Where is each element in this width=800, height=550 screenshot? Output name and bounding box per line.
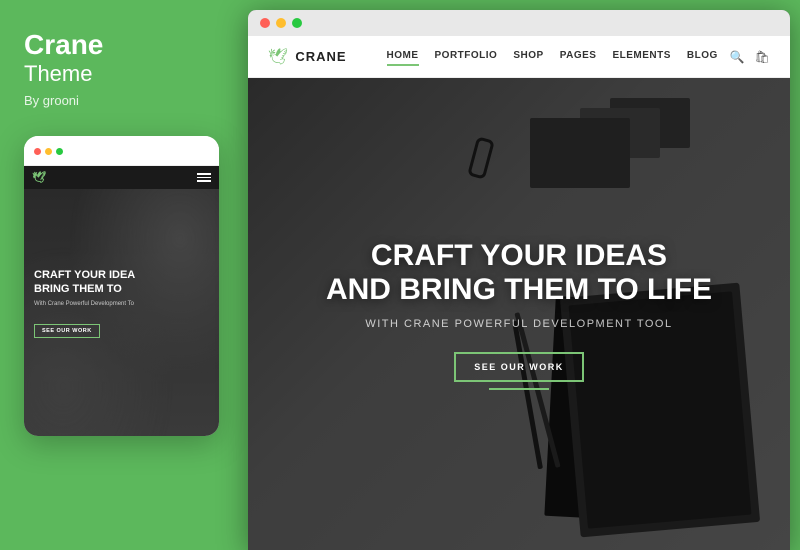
mobile-hero-title: CRAFT YOUR IDEA BRING THEM TO [34,268,209,297]
hero-subtitle: With Crane Powerful Development Tool [326,318,712,330]
desktop-navbar: 🕊 CRANE HOME PORTFOLIO SHOP PAGES ELEMEN… [248,36,790,78]
sidebar-subtitle: Theme [24,61,224,87]
desktop-nav-icons: 🔍 🛍 [730,50,770,64]
mobile-traffic-lights [34,148,63,155]
mobile-hero-text: CRAFT YOUR IDEA BRING THEM TO With Crane… [34,268,209,338]
item-envelope [530,118,630,188]
sidebar: Crane Theme By grooni 🕊 CRAFT YOUR IDEA … [0,0,248,550]
nav-item-pages[interactable]: PAGES [560,50,597,63]
mobile-dot-green [56,148,63,155]
mobile-cta-button[interactable]: SEE OUR WORK [34,324,100,338]
hero-content: CRAFT YOUR IDEAS AND BRING THEM TO LIFE … [306,219,732,410]
desktop-hero: CRAFT YOUR IDEAS AND BRING THEM TO LIFE … [248,78,790,550]
hero-cta-button[interactable]: SEE OUR WORK [454,352,584,382]
cart-icon[interactable]: 🛍 [755,50,770,64]
desktop-titlebar [248,10,790,36]
hero-btn-underline [489,388,549,390]
nav-item-home[interactable]: HOME [387,50,419,63]
mobile-hero-subtitle: With Crane Powerful Development To [34,300,209,308]
desktop-crane-icon: 🕊 [268,47,288,67]
mobile-dot-red [34,148,41,155]
mobile-titlebar [24,136,219,166]
desktop-logo-area: 🕊 CRANE [268,47,347,67]
nav-item-portfolio[interactable]: PORTFOLIO [435,50,498,63]
nav-item-shop[interactable]: SHOP [513,50,543,63]
desktop-logo-text: CRANE [295,49,346,64]
mobile-logo-icon: 🕊 [32,171,46,184]
dt-dot-yellow [276,18,286,28]
nav-item-elements[interactable]: ELEMENTS [612,50,670,63]
mobile-dot-yellow [45,148,52,155]
mobile-nav: 🕊 [24,166,219,189]
item-binder-clip [467,136,495,179]
desktop-nav-items: HOME PORTFOLIO SHOP PAGES ELEMENTS BLOG [387,50,718,63]
mobile-preview: 🕊 CRAFT YOUR IDEA BRING THEM TO With Cra… [24,136,219,436]
desktop-preview: 🕊 CRANE HOME PORTFOLIO SHOP PAGES ELEMEN… [248,10,790,550]
hero-title: CRAFT YOUR IDEAS AND BRING THEM TO LIFE [326,239,712,308]
nav-item-blog[interactable]: BLOG [687,50,718,63]
dt-dot-red [260,18,270,28]
search-icon[interactable]: 🔍 [730,50,745,64]
dt-dot-green [292,18,302,28]
mobile-hero: CRAFT YOUR IDEA BRING THEM TO With Crane… [24,189,219,436]
sidebar-by: By grooni [24,93,224,108]
sidebar-title: Crane [24,30,224,61]
mobile-hamburger-icon[interactable] [197,173,211,182]
